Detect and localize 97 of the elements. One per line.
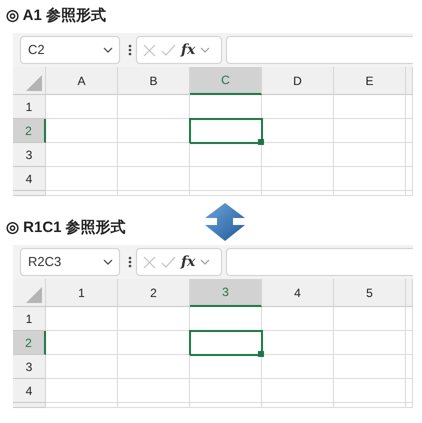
grid-cell[interactable] [46, 379, 118, 403]
grid-cell[interactable] [46, 95, 118, 119]
cancel-icon[interactable] [143, 256, 156, 268]
column-header[interactable]: 3 [190, 279, 262, 307]
grid-cell[interactable] [406, 331, 413, 355]
grid-cell[interactable] [334, 143, 406, 167]
grid-cell[interactable] [334, 403, 406, 408]
triangle-icon [26, 75, 42, 91]
grid-cell[interactable] [262, 143, 334, 167]
grid-cell[interactable] [46, 355, 118, 379]
column-header[interactable] [406, 279, 413, 307]
chevron-down-icon[interactable] [103, 47, 113, 53]
row-header[interactable] [13, 403, 46, 408]
column-header[interactable]: A [46, 67, 118, 95]
grid-cell[interactable] [406, 119, 413, 143]
grid-cell[interactable] [46, 191, 118, 196]
column-header[interactable]: 1 [46, 279, 118, 307]
grid-cell[interactable] [118, 307, 190, 331]
fill-handle[interactable] [258, 351, 264, 357]
column-header[interactable]: B [118, 67, 190, 95]
formula-input[interactable] [226, 248, 413, 276]
grid-cell[interactable] [406, 191, 413, 196]
select-all-corner[interactable] [13, 279, 46, 307]
grid-cell[interactable] [262, 95, 334, 119]
grid-cell[interactable] [406, 167, 413, 191]
cancel-icon[interactable] [143, 44, 156, 56]
grid-cell[interactable] [190, 379, 262, 403]
column-header[interactable]: 2 [118, 279, 190, 307]
grid-cell[interactable] [118, 143, 190, 167]
grid-cell[interactable] [334, 307, 406, 331]
column-header[interactable]: E [334, 67, 406, 95]
active-cell[interactable] [190, 119, 262, 143]
insert-function-button[interactable]: fx [181, 255, 196, 269]
grid-cell[interactable] [406, 403, 413, 408]
grid-cell[interactable] [46, 167, 118, 191]
grid-cell[interactable] [334, 95, 406, 119]
grid-cell[interactable] [262, 403, 334, 408]
row-header[interactable]: 4 [13, 379, 46, 403]
grid-cell[interactable] [118, 95, 190, 119]
grid-cell[interactable] [334, 191, 406, 196]
grid-cell[interactable] [46, 307, 118, 331]
row-header[interactable]: 1 [13, 307, 46, 331]
grid-cell[interactable] [334, 355, 406, 379]
column-header[interactable]: C [190, 67, 262, 95]
row-header[interactable]: 3 [13, 143, 46, 167]
row-header[interactable]: 3 [13, 355, 46, 379]
column-header[interactable]: D [262, 67, 334, 95]
row-header[interactable] [13, 191, 46, 196]
double-arrow-icon [205, 203, 245, 241]
grid-cell[interactable] [262, 355, 334, 379]
grid-cell[interactable] [118, 355, 190, 379]
grid-cell[interactable] [190, 191, 262, 196]
name-box[interactable]: R2C3 [20, 248, 120, 276]
grid-cell[interactable] [190, 403, 262, 408]
grid-cell[interactable] [334, 331, 406, 355]
grid-cell[interactable] [46, 143, 118, 167]
check-icon[interactable] [161, 44, 176, 56]
grid-cell[interactable] [406, 307, 413, 331]
grid-cell[interactable] [262, 167, 334, 191]
column-header[interactable] [406, 67, 413, 95]
grid-cell[interactable] [334, 119, 406, 143]
row-header[interactable]: 1 [13, 95, 46, 119]
grid-cell[interactable] [406, 143, 413, 167]
grid-cell[interactable] [118, 167, 190, 191]
check-icon[interactable] [161, 256, 176, 268]
grid-cell[interactable] [406, 95, 413, 119]
section-title: ◎ A1 参照形式 [6, 6, 106, 26]
more-options-icon[interactable] [128, 44, 132, 56]
grid-cell[interactable] [118, 191, 190, 196]
column-header[interactable]: 5 [334, 279, 406, 307]
insert-function-button[interactable]: fx [181, 43, 196, 57]
grid-cell[interactable] [334, 167, 406, 191]
grid-cell[interactable] [118, 403, 190, 408]
chevron-down-icon[interactable] [103, 259, 113, 265]
grid-cell[interactable] [262, 191, 334, 196]
grid-cell[interactable] [262, 307, 334, 331]
grid-cell[interactable] [46, 119, 118, 143]
active-cell[interactable] [190, 331, 262, 355]
grid-cell[interactable] [46, 331, 118, 355]
grid-cell[interactable] [118, 379, 190, 403]
grid-cell[interactable] [406, 355, 413, 379]
formula-input[interactable] [226, 36, 413, 64]
select-all-corner[interactable] [13, 67, 46, 95]
grid-cell[interactable] [46, 403, 118, 408]
fill-handle[interactable] [258, 139, 264, 145]
more-options-icon[interactable] [128, 256, 132, 268]
column-header[interactable]: 4 [262, 279, 334, 307]
grid-cell[interactable] [334, 379, 406, 403]
row-header[interactable]: 4 [13, 167, 46, 191]
triangle-icon [26, 287, 42, 303]
section-title: ◎ R1C1 参照形式 [6, 218, 126, 238]
grid-cell[interactable] [406, 379, 413, 403]
name-box[interactable]: C2 [20, 36, 120, 64]
row-header[interactable]: 2 [13, 331, 46, 355]
row-header[interactable]: 2 [13, 119, 46, 143]
grid-cell[interactable] [262, 379, 334, 403]
grid-cell[interactable] [190, 167, 262, 191]
